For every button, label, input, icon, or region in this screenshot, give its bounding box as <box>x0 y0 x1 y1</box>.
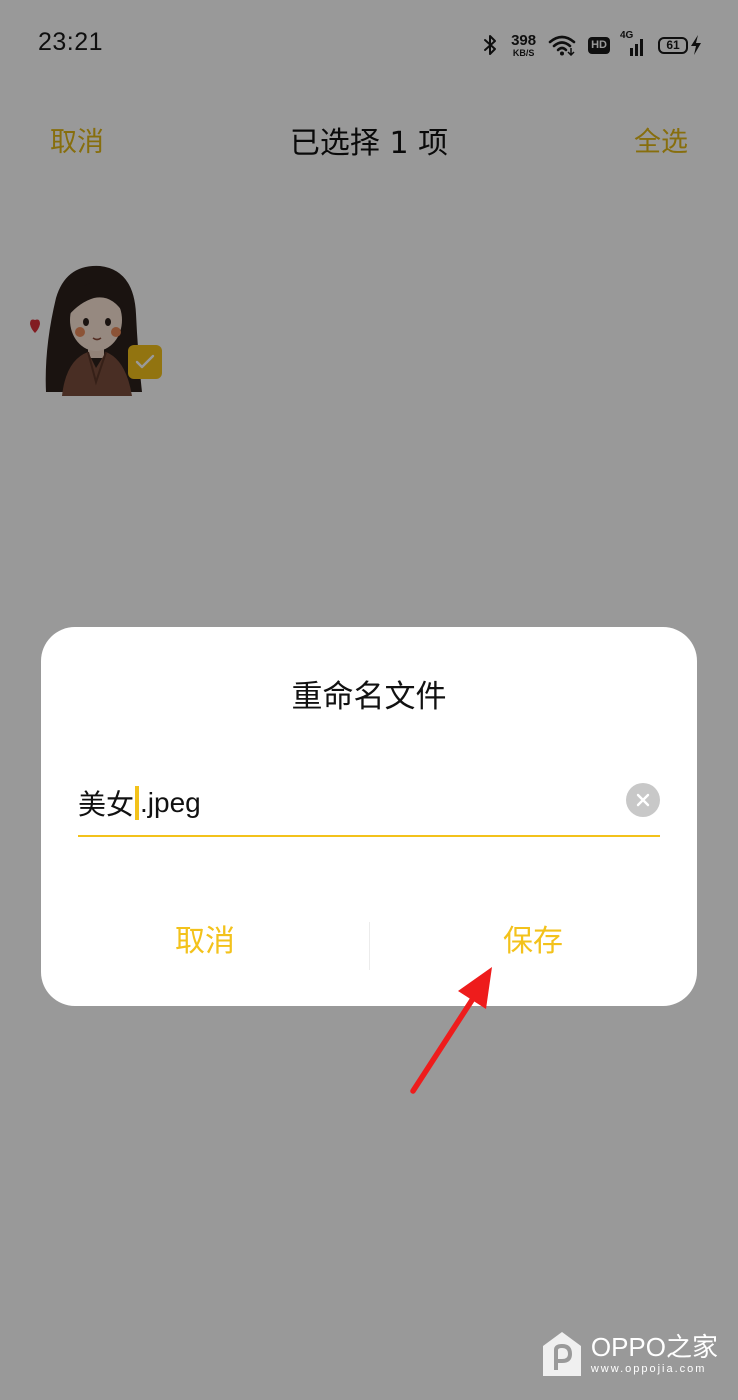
close-icon <box>636 793 650 807</box>
cancel-button[interactable]: 取消 <box>41 912 369 972</box>
input-underline <box>78 835 660 837</box>
filename-extension: .jpeg <box>140 787 201 818</box>
watermark-url: www.oppojia.com <box>590 1362 707 1375</box>
screen: 23:21 398 KB/S HD 4G 61 取消 已选择 1 项 全选 重命… <box>0 0 738 1400</box>
filename-base: 美女 <box>78 788 135 821</box>
clear-input-button[interactable] <box>626 783 660 817</box>
watermark: OPPO之家 www.oppojia.com <box>541 1330 718 1378</box>
rename-dialog: 重命名文件 美女 .jpeg 取消 保存 <box>41 627 697 1006</box>
dialog-title: 重命名文件 <box>291 679 447 715</box>
watermark-text: OPPO之家 www.oppojia.com <box>591 1334 718 1375</box>
filename-text[interactable]: 美女 .jpeg <box>78 783 201 823</box>
oppojia-logo-icon <box>542 1332 581 1376</box>
arrow-annotation-icon <box>410 967 492 1094</box>
text-caret <box>135 786 140 820</box>
filename-input[interactable]: 美女 .jpeg <box>78 777 660 837</box>
watermark-name: OPPO之家 <box>590 1331 718 1362</box>
